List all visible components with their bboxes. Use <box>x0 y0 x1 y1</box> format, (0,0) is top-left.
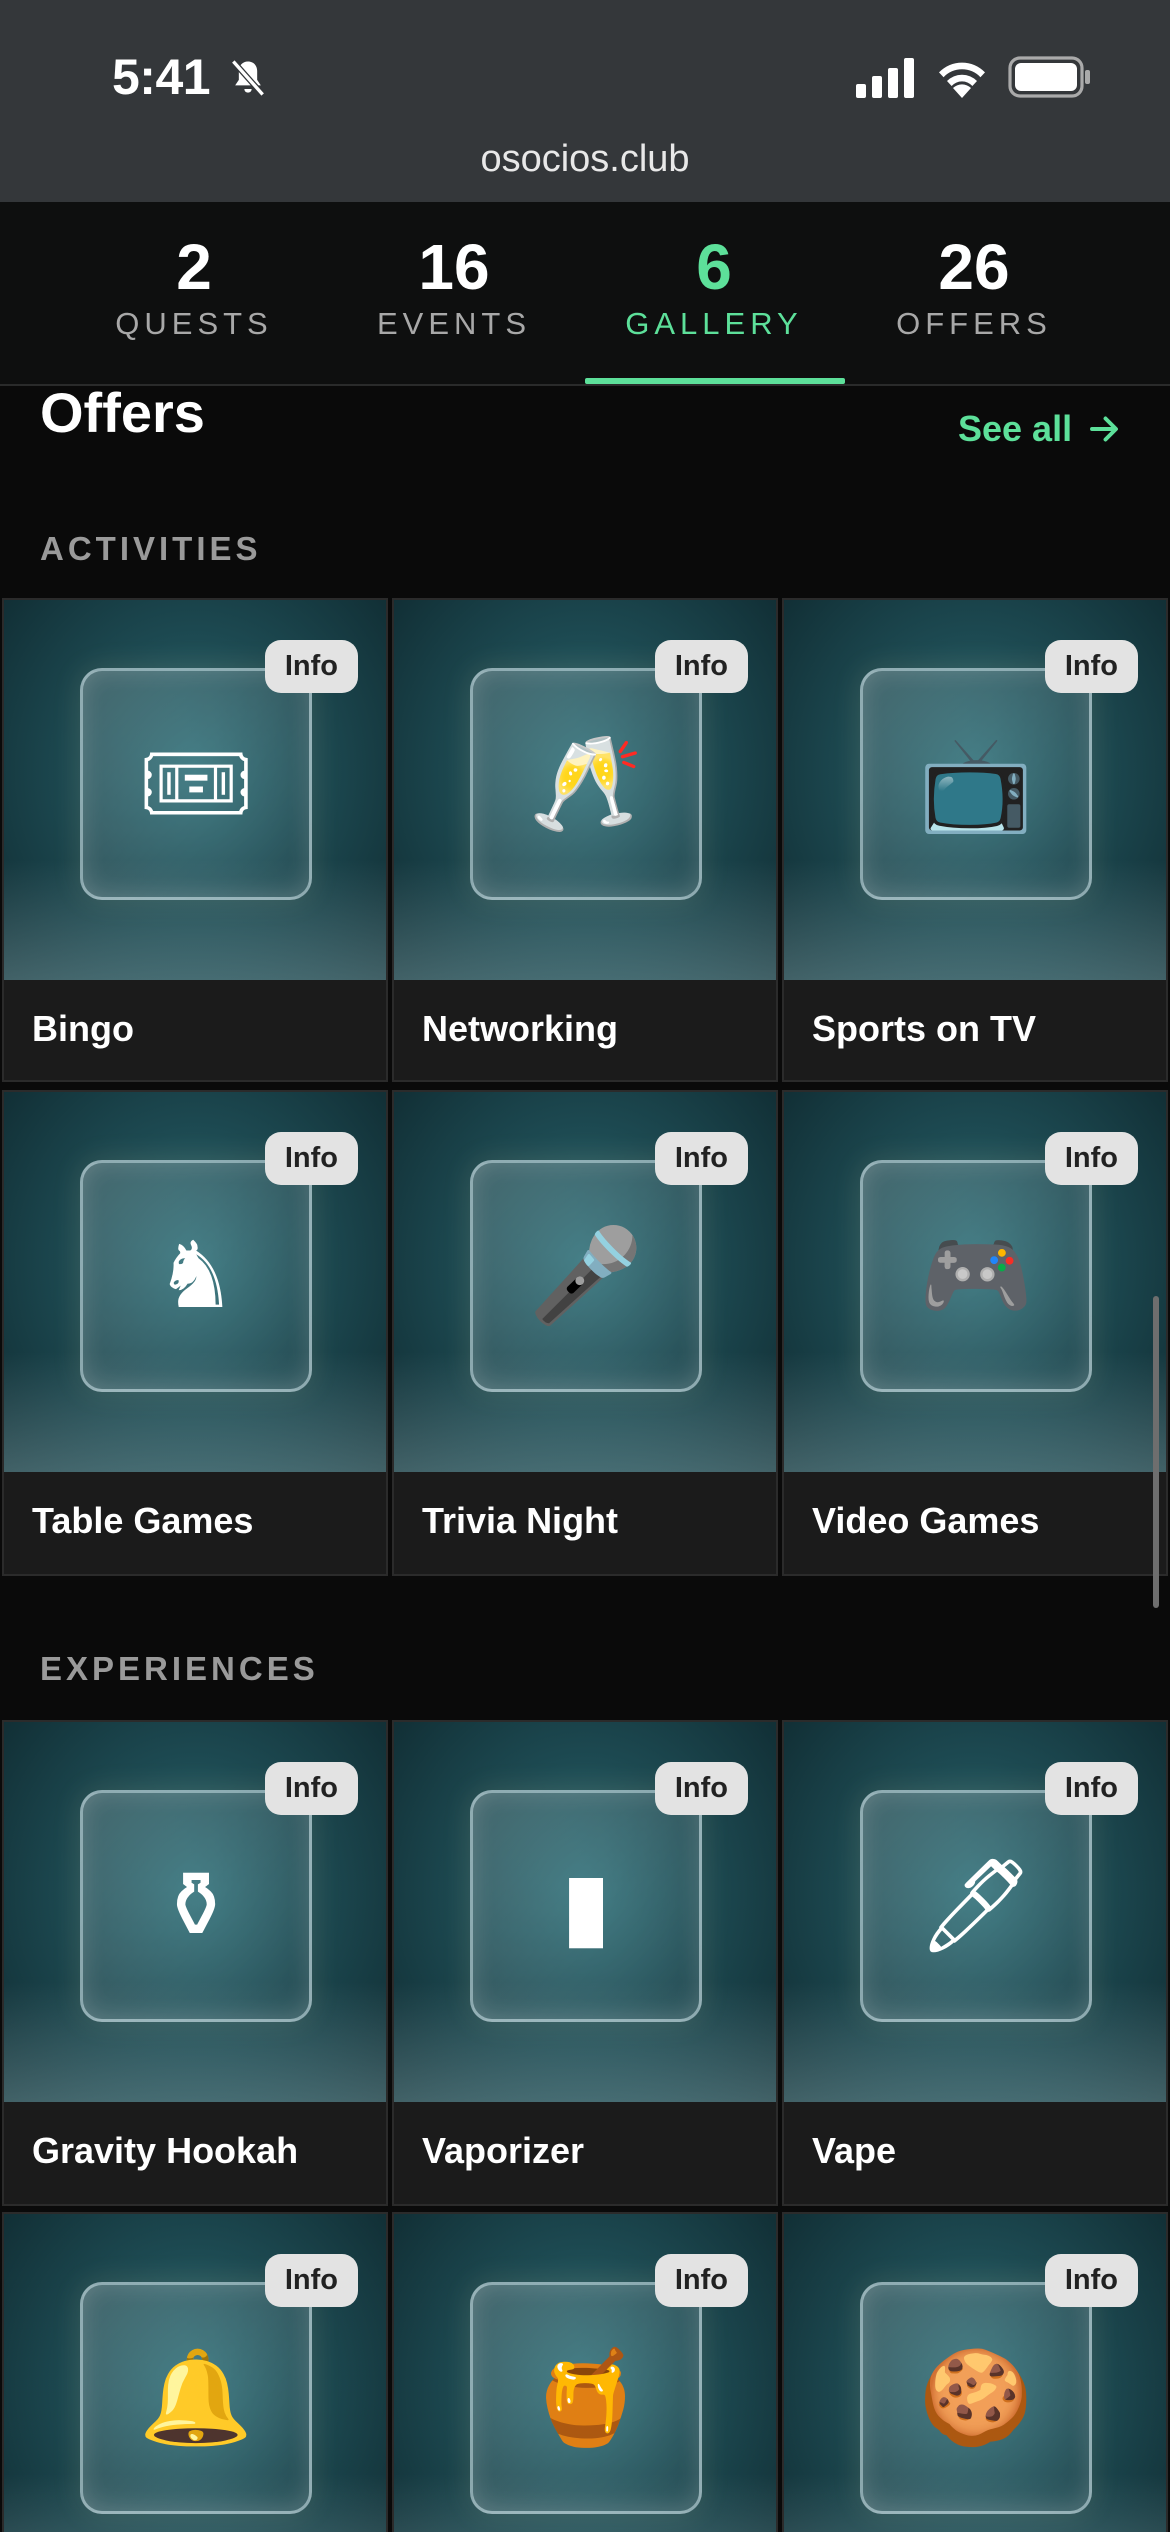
card-title: Table Games <box>32 1500 254 1541</box>
honey-jar-icon: 🍯 <box>528 2347 644 2449</box>
tab-quests[interactable]: 2 QUESTS <box>64 232 324 342</box>
card-title: Gravity Hookah <box>32 2130 299 2171</box>
info-button[interactable]: Info <box>264 2254 358 2307</box>
bingo-card-icon: 🎟 <box>137 733 255 835</box>
events-label: EVENTS <box>376 306 532 341</box>
microphone-icon: 🎤 <box>528 1225 644 1327</box>
card-title: Networking <box>422 1008 619 1049</box>
info-button[interactable]: Info <box>1044 1132 1138 1185</box>
battery-icon <box>1008 56 1090 98</box>
info-button[interactable]: Info <box>654 1762 748 1815</box>
events-count: 16 <box>418 231 490 303</box>
tab-gallery[interactable]: 6 GALLERY <box>584 232 844 342</box>
card-title: Vape <box>812 2130 897 2171</box>
card-title: Vaporizer <box>422 2130 585 2171</box>
info-button[interactable]: Info <box>264 1762 358 1815</box>
card-gravity-hookah[interactable]: ⚱ Info Gravity Hookah <box>2 1720 388 2206</box>
address-bar[interactable]: osocios.club <box>0 128 1170 202</box>
bell-muted-icon <box>231 59 265 97</box>
activities-section-label: ACTIVITIES <box>40 530 262 567</box>
card-bingo[interactable]: 🎟 Info Bingo <box>2 598 388 1082</box>
card-table-games[interactable]: ♞ Info Table Games <box>2 1090 388 1576</box>
status-time: 5:41 <box>112 49 211 105</box>
scrollbar[interactable] <box>1153 1296 1159 1608</box>
card-trivia-night[interactable]: 🎤 Info Trivia Night <box>392 1090 778 1576</box>
status-bar: 5:41 <box>0 0 1170 140</box>
vape-pen-icon: 🖊 <box>917 1855 1035 1957</box>
tv-field-icon: 📺 <box>918 733 1034 835</box>
card-vape[interactable]: 🖊 Info Vape <box>782 1720 1168 2206</box>
card-title: Trivia Night <box>422 1500 619 1541</box>
see-all-link[interactable]: See all <box>958 408 1122 450</box>
quests-label: QUESTS <box>115 306 273 341</box>
card-networking[interactable]: 🥂 Info Networking <box>392 598 778 1082</box>
card-experience-5[interactable]: 🍯 Info <box>392 2212 778 2532</box>
champagne-icon: 🥂 <box>528 733 644 835</box>
card-video-games[interactable]: 🎮 Info Video Games <box>782 1090 1168 1576</box>
quests-count: 2 <box>176 231 212 303</box>
active-tab-indicator <box>585 378 845 384</box>
stats-tabs: 2 QUESTS 16 EVENTS 6 GALLERY 26 OFFERS <box>0 202 1170 386</box>
cellular-signal-icon <box>856 58 914 98</box>
card-vaporizer[interactable]: ▮ Info Vaporizer <box>392 1720 778 2206</box>
url-text: osocios.club <box>480 138 690 180</box>
card-title: Sports on TV <box>812 1008 1036 1049</box>
tab-events[interactable]: 16 EVENTS <box>324 232 584 342</box>
info-button[interactable]: Info <box>654 640 748 693</box>
gamepad-icon: 🎮 <box>918 1225 1034 1327</box>
experiences-section-label: EXPERIENCES <box>40 1650 319 1687</box>
arrow-right-icon <box>1090 416 1119 442</box>
offers-heading: Offers <box>40 381 205 444</box>
info-button[interactable]: Info <box>654 1132 748 1185</box>
info-button[interactable]: Info <box>1044 2254 1138 2307</box>
see-all-label: See all <box>958 408 1073 449</box>
card-experience-4[interactable]: 🔔 Info <box>2 2212 388 2532</box>
hookah-icon: ⚱ <box>157 1855 235 1957</box>
vaporizer-icon: ▮ <box>560 1855 612 1957</box>
info-button[interactable]: Info <box>1044 640 1138 693</box>
offers-count: 26 <box>938 231 1010 303</box>
card-title: Bingo <box>32 1008 134 1049</box>
desktop-vaporizer-icon: 🔔 <box>138 2347 254 2449</box>
gallery-label: GALLERY <box>625 306 803 341</box>
info-button[interactable]: Info <box>264 640 358 693</box>
cookies-icon: 🍪 <box>918 2347 1034 2449</box>
info-button[interactable]: Info <box>1044 1762 1138 1815</box>
offers-label: OFFERS <box>896 306 1052 341</box>
tab-offers[interactable]: 26 OFFERS <box>844 232 1104 342</box>
card-title: Video Games <box>812 1500 1040 1541</box>
card-experience-6[interactable]: 🍪 Info <box>782 2212 1168 2532</box>
chess-dice-icon: ♞ <box>154 1225 238 1327</box>
wifi-icon <box>939 62 985 98</box>
info-button[interactable]: Info <box>264 1132 358 1185</box>
info-button[interactable]: Info <box>654 2254 748 2307</box>
card-sports-on-tv[interactable]: 📺 Info Sports on TV <box>782 598 1168 1082</box>
gallery-count: 6 <box>696 231 732 303</box>
